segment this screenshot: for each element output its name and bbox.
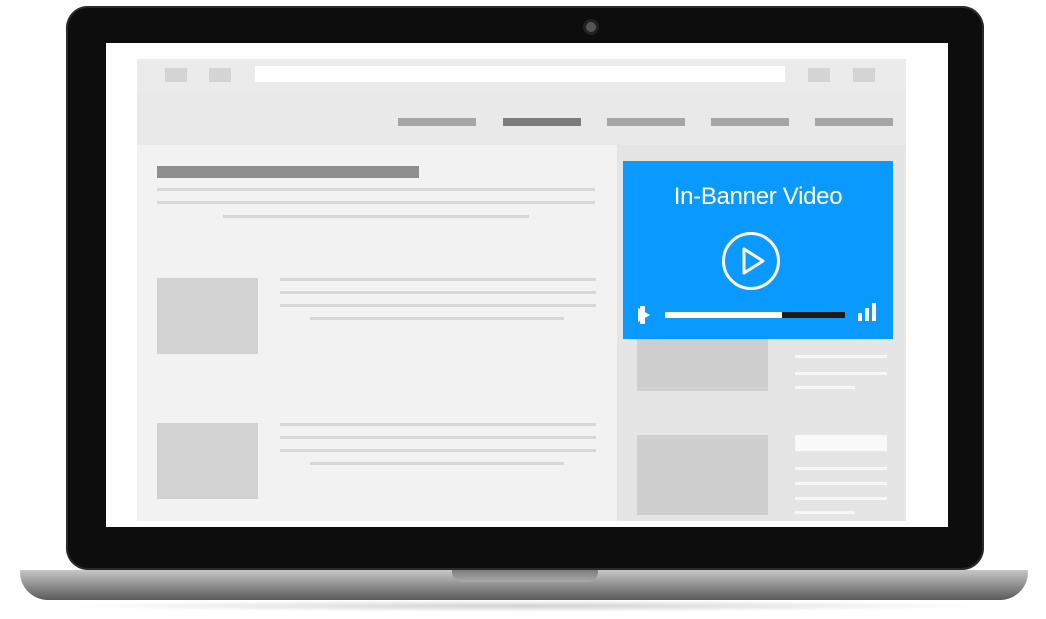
- nav-item[interactable]: [711, 118, 789, 126]
- laptop-shadow: [60, 600, 990, 612]
- main-content: [137, 145, 617, 521]
- browser-menu-button[interactable]: [853, 68, 875, 82]
- sidebar-line-placeholder: [795, 467, 887, 470]
- laptop-screen: In-Banner Video: [106, 43, 948, 527]
- webpage-wireframe: In-Banner Video: [137, 59, 906, 521]
- sidebar-line-placeholder: [795, 482, 887, 485]
- webcam-icon: [586, 22, 596, 32]
- site-nav: [137, 93, 906, 145]
- text-line-placeholder: [157, 201, 595, 204]
- browser-toolbar: [137, 59, 906, 93]
- text-line-placeholder: [280, 291, 596, 294]
- sidebar-image-placeholder: [637, 435, 768, 515]
- video-progress-fill: [665, 312, 782, 318]
- nav-item-active[interactable]: [503, 118, 581, 126]
- text-line-placeholder: [310, 462, 564, 465]
- text-line-placeholder: [280, 278, 596, 281]
- text-line-placeholder: [280, 436, 596, 439]
- video-progress-bar[interactable]: [665, 312, 845, 318]
- image-placeholder: [157, 423, 258, 499]
- in-banner-video-ad[interactable]: In-Banner Video: [623, 161, 893, 339]
- forward-button[interactable]: [209, 68, 231, 82]
- nav-item[interactable]: [398, 118, 476, 126]
- sidebar-line-placeholder: [795, 511, 855, 514]
- sidebar-line-placeholder: [795, 497, 887, 500]
- text-line-placeholder: [280, 449, 596, 452]
- text-line-placeholder: [310, 317, 564, 320]
- text-line-placeholder: [280, 304, 596, 307]
- nav-item[interactable]: [607, 118, 685, 126]
- sidebar-line-placeholder: [795, 372, 887, 375]
- sidebar-line-placeholder: [795, 386, 855, 389]
- laptop-notch: [452, 570, 598, 582]
- address-bar[interactable]: [255, 66, 785, 82]
- signal-bars-icon[interactable]: [857, 302, 877, 322]
- text-line-placeholder: [223, 215, 529, 218]
- sidebar-heading-placeholder: [795, 435, 887, 451]
- play-circle-icon[interactable]: [722, 232, 780, 290]
- image-placeholder: [157, 278, 258, 354]
- ad-title: In-Banner Video: [673, 183, 843, 210]
- nav-item[interactable]: [815, 118, 893, 126]
- video-scrubber-handle[interactable]: [640, 306, 645, 324]
- back-button[interactable]: [165, 68, 187, 82]
- text-line-placeholder: [157, 188, 595, 191]
- text-line-placeholder: [280, 423, 596, 426]
- article-headline-placeholder: [157, 166, 419, 178]
- sidebar-image-placeholder: [637, 339, 768, 391]
- sidebar-line-placeholder: [795, 355, 887, 358]
- browser-action-button[interactable]: [808, 68, 830, 82]
